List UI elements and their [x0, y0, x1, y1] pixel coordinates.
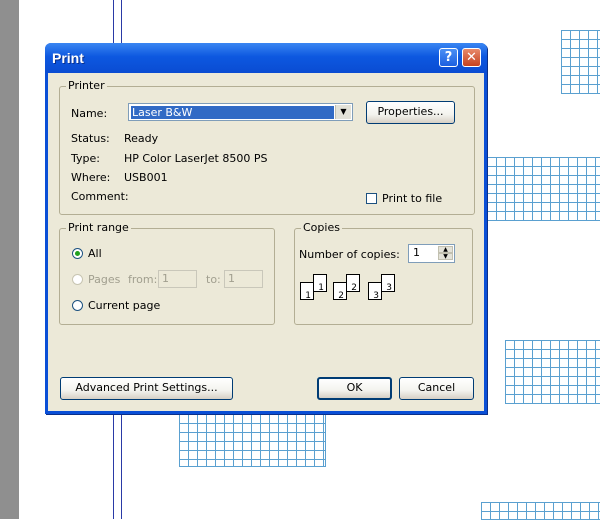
print-to-file-checkbox[interactable]: [366, 193, 377, 204]
print-range-group: Print range All Pages from: 1 to: 1 Curr…: [59, 221, 275, 325]
spreadsheet-grid: [179, 414, 326, 467]
status-label: Status:: [71, 132, 110, 145]
number-of-copies-label: Number of copies:: [299, 248, 400, 261]
chevron-down-icon[interactable]: ▼: [335, 105, 351, 119]
help-button[interactable]: ?: [439, 48, 458, 67]
printer-name-value: Laser B&W: [130, 105, 335, 120]
collate-page-icon: 3: [368, 282, 382, 301]
spreadsheet-grid: [481, 502, 600, 520]
current-page-radio[interactable]: [72, 300, 83, 311]
pages-radio[interactable]: [72, 274, 83, 285]
type-value: HP Color LaserJet 8500 PS: [124, 152, 268, 165]
spin-up-icon[interactable]: ▲: [438, 246, 453, 253]
collate-page-icon: 1: [300, 282, 314, 301]
spreadsheet-grid: [487, 157, 600, 221]
dialog-body: Printer Name: Laser B&W ▼ Properties... …: [48, 73, 484, 411]
copies-group: Copies Number of copies: 1 ▲ ▼ 1 1 2 2 3…: [294, 221, 473, 325]
where-value: USB001: [124, 171, 168, 184]
print-range-group-label: Print range: [66, 221, 131, 234]
collate-page-icon: 1: [313, 274, 327, 293]
all-label[interactable]: All: [88, 247, 102, 260]
current-page-label[interactable]: Current page: [88, 299, 160, 312]
name-label: Name:: [71, 107, 108, 120]
copies-spinner[interactable]: 1 ▲ ▼: [408, 244, 455, 263]
where-label: Where:: [71, 171, 111, 184]
copies-value: 1: [413, 246, 420, 259]
advanced-print-settings-button[interactable]: Advanced Print Settings...: [60, 377, 233, 400]
printer-group: Printer Name: Laser B&W ▼ Properties... …: [59, 79, 475, 215]
spin-down-icon[interactable]: ▼: [438, 253, 453, 260]
from-page-input[interactable]: 1: [158, 270, 197, 288]
status-value: Ready: [124, 132, 159, 145]
collate-page-icon: 2: [333, 282, 347, 301]
all-radio[interactable]: [72, 248, 83, 259]
spreadsheet-grid: [505, 340, 600, 404]
collate-page-icon: 2: [346, 274, 360, 293]
printer-group-label: Printer: [66, 79, 107, 92]
dialog-title: Print: [52, 50, 84, 66]
cancel-button[interactable]: Cancel: [399, 377, 474, 400]
dialog-titlebar[interactable]: Print ? ✕: [45, 43, 487, 73]
pages-label[interactable]: Pages: [88, 273, 120, 286]
workspace-margin: [0, 0, 19, 519]
printer-name-select[interactable]: Laser B&W ▼: [128, 103, 353, 121]
collate-page-icon: 3: [381, 274, 395, 293]
properties-button[interactable]: Properties...: [366, 101, 455, 124]
ok-button[interactable]: OK: [317, 377, 392, 400]
to-page-input[interactable]: 1: [224, 270, 263, 288]
type-label: Type:: [71, 152, 100, 165]
copies-group-label: Copies: [301, 221, 342, 234]
print-dialog: Print ? ✕ Printer Name: Laser B&W ▼ Prop…: [45, 43, 487, 414]
print-to-file-label[interactable]: Print to file: [382, 192, 442, 205]
from-label: from:: [128, 273, 158, 286]
spreadsheet-grid: [561, 30, 600, 94]
to-label: to:: [206, 273, 221, 286]
close-button[interactable]: ✕: [462, 48, 481, 67]
comment-label: Comment:: [71, 190, 129, 203]
